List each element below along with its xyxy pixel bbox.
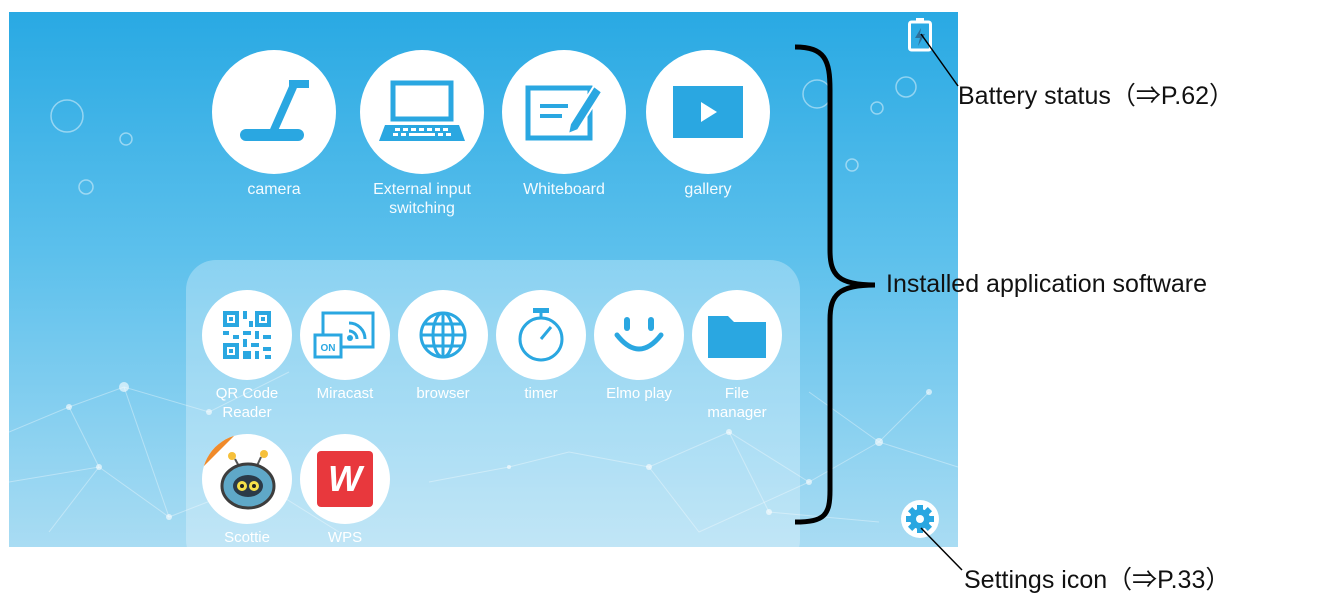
battery-callout-line xyxy=(920,33,959,87)
settings-icon-callout: Settings icon（⇒P.33） xyxy=(964,566,1231,594)
battery-status-callout: Battery status（⇒P.62） xyxy=(958,82,1235,110)
installed-apps-brace xyxy=(794,44,876,525)
settings-callout-line xyxy=(920,527,963,571)
installed-apps-callout: Installed application software xyxy=(886,270,1208,298)
